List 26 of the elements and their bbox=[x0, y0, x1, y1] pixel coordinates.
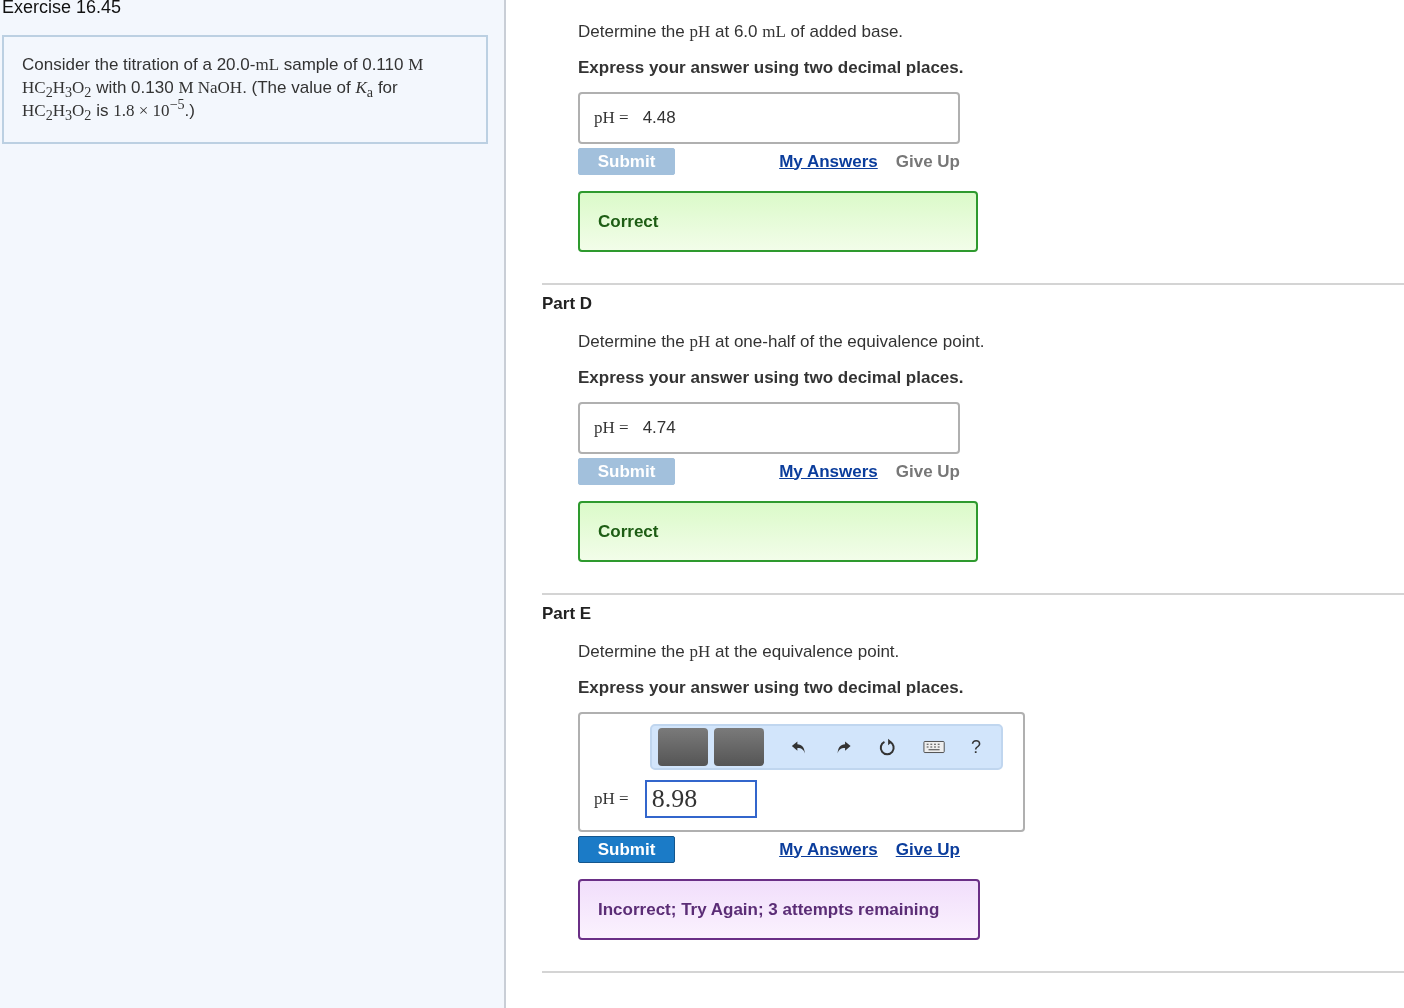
my-answers-link[interactable]: My Answers bbox=[779, 461, 878, 482]
problem-text: Consider the titration of a 20.0-mL sample of 0.110 M HC$_{2}$H$_{3}$O$_{2}$ with 0.130 M NaOH. (The value of K$_{a}$ for HC$_{2}$H$_{3}$O$_{2}$ is 1.8 × 10$^{−5}$.) bbox=[22, 54, 425, 122]
symbols-button[interactable] bbox=[713, 728, 764, 766]
answer-label: pH = bbox=[594, 789, 629, 809]
keyboard-icon[interactable] bbox=[922, 740, 945, 754]
give-up-link[interactable]: Give Up bbox=[895, 839, 960, 860]
exercise-title: Exercise 16.45 bbox=[2, 0, 123, 15]
feedback-message: Correct bbox=[578, 501, 978, 562]
answer-field[interactable]: pH = 4.74 bbox=[578, 402, 960, 454]
instruction-text: Express your answer using two decimal places. bbox=[578, 678, 965, 698]
submit-button[interactable]: Submit bbox=[578, 836, 675, 863]
part-heading: Part D bbox=[542, 293, 594, 315]
help-button[interactable]: ? bbox=[971, 736, 981, 758]
instruction-text: Express your answer using two decimal places. bbox=[578, 368, 965, 388]
instruction-text: Express your answer using two decimal places. bbox=[578, 58, 965, 78]
answer-field[interactable]: pH = 4.48 bbox=[578, 92, 960, 144]
question-text: Determine the pH at 6.0 mL of added base. bbox=[578, 21, 905, 43]
question-text: Determine the pH at one-half of the equivalence point. bbox=[578, 331, 986, 353]
question-text: Determine the pH at the equivalence point. bbox=[578, 641, 901, 663]
feedback-message: Correct bbox=[578, 191, 978, 252]
answer-field[interactable]: 8.98 bbox=[644, 780, 757, 818]
my-answers-link[interactable]: My Answers bbox=[779, 151, 878, 172]
reset-icon[interactable] bbox=[878, 737, 897, 757]
part-heading: Part E bbox=[542, 603, 593, 625]
my-answers-link[interactable]: My Answers bbox=[779, 839, 878, 860]
feedback-message: Incorrect; Try Again; 3 attempts remaining bbox=[578, 879, 980, 940]
